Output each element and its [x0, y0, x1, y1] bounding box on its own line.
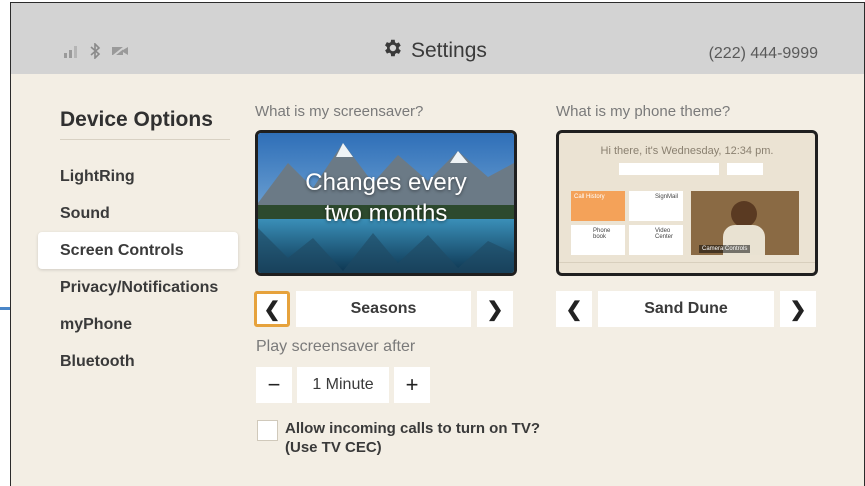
cec-label-line1: Allow incoming calls to turn on TV?	[285, 420, 540, 437]
increase-button[interactable]: +	[394, 367, 430, 403]
title-text: Settings	[411, 38, 487, 62]
chevron-left-icon: ❮	[263, 298, 281, 321]
screensaver-value: Seasons	[296, 291, 471, 327]
preview-favorites	[727, 163, 763, 175]
sidebar-divider	[60, 139, 230, 140]
tv-screen: Settings (222) 444-9999 Device Options L…	[10, 2, 865, 486]
phone-number: (222) 444-9999	[708, 45, 818, 62]
status-icons	[63, 42, 129, 62]
sidebar-title: Device Options	[60, 108, 213, 131]
screensaver-timer-label: Play screensaver after	[256, 338, 416, 355]
screensaver-preview: Changes every two months	[255, 130, 517, 276]
preview-camera-view: Camera Controls	[691, 191, 799, 255]
overlay-line-1: Changes every	[305, 169, 467, 196]
sidebar-item-lightring[interactable]: LightRing	[38, 158, 238, 195]
chevron-right-icon: ❯	[789, 298, 807, 321]
screensaver-question: What is my screensaver?	[255, 103, 424, 120]
cec-label-line2: (Use TV CEC)	[285, 439, 382, 456]
sidebar: LightRing Sound Screen Controls Privacy/…	[38, 158, 238, 380]
decrease-button[interactable]: −	[256, 367, 292, 403]
sidebar-item-sound[interactable]: Sound	[38, 195, 238, 232]
screensaver-prev-button[interactable]: ❮	[254, 291, 290, 327]
theme-prev-button[interactable]: ❮	[556, 291, 592, 327]
timer-value: 1 Minute	[297, 367, 389, 403]
cec-checkbox[interactable]	[257, 420, 278, 441]
chevron-left-icon: ❮	[565, 298, 583, 321]
preview-tile-signmail: SignMail	[629, 191, 683, 221]
theme-preview: Hi there, it's Wednesday, 12:34 pm. Call…	[556, 130, 818, 276]
preview-search-bar	[619, 163, 719, 175]
theme-question: What is my phone theme?	[556, 103, 731, 120]
chevron-right-icon: ❯	[486, 298, 504, 321]
preview-tile-video-center: Video Center	[629, 225, 683, 255]
theme-picker: ❮ Sand Dune ❯	[556, 291, 816, 327]
preview-camera-label: Camera Controls	[699, 245, 751, 253]
preview-tile-phone-book: Phone book	[571, 225, 625, 255]
cec-label: Allow incoming calls to turn on TV? (Use…	[285, 419, 540, 457]
page-title: Settings	[381, 37, 487, 64]
top-bar: Settings (222) 444-9999	[11, 3, 864, 74]
overlay-line-2: two months	[324, 200, 448, 227]
sidebar-item-bluetooth[interactable]: Bluetooth	[38, 343, 238, 380]
theme-value: Sand Dune	[598, 291, 774, 327]
preview-person	[731, 201, 757, 227]
screensaver-next-button[interactable]: ❯	[477, 291, 513, 327]
preview-greeting: Hi there, it's Wednesday, 12:34 pm.	[600, 145, 774, 157]
screensaver-picker: ❮ Seasons ❯	[254, 291, 513, 327]
screensaver-timer-stepper: − 1 Minute +	[256, 367, 430, 403]
sidebar-item-myphone[interactable]: myPhone	[38, 306, 238, 343]
muted-video-icon	[111, 44, 129, 61]
screensaver-overlay-text: Changes every two months	[258, 167, 514, 229]
bluetooth-icon	[89, 42, 101, 62]
signal-icon	[63, 44, 79, 61]
preview-tile-call-history: Call History	[571, 191, 625, 221]
theme-next-button[interactable]: ❯	[780, 291, 816, 327]
gear-icon	[381, 37, 403, 64]
preview-footer	[559, 262, 815, 269]
sidebar-item-privacy-notifications[interactable]: Privacy/Notifications	[38, 269, 238, 306]
sidebar-item-screen-controls[interactable]: Screen Controls	[38, 232, 238, 269]
